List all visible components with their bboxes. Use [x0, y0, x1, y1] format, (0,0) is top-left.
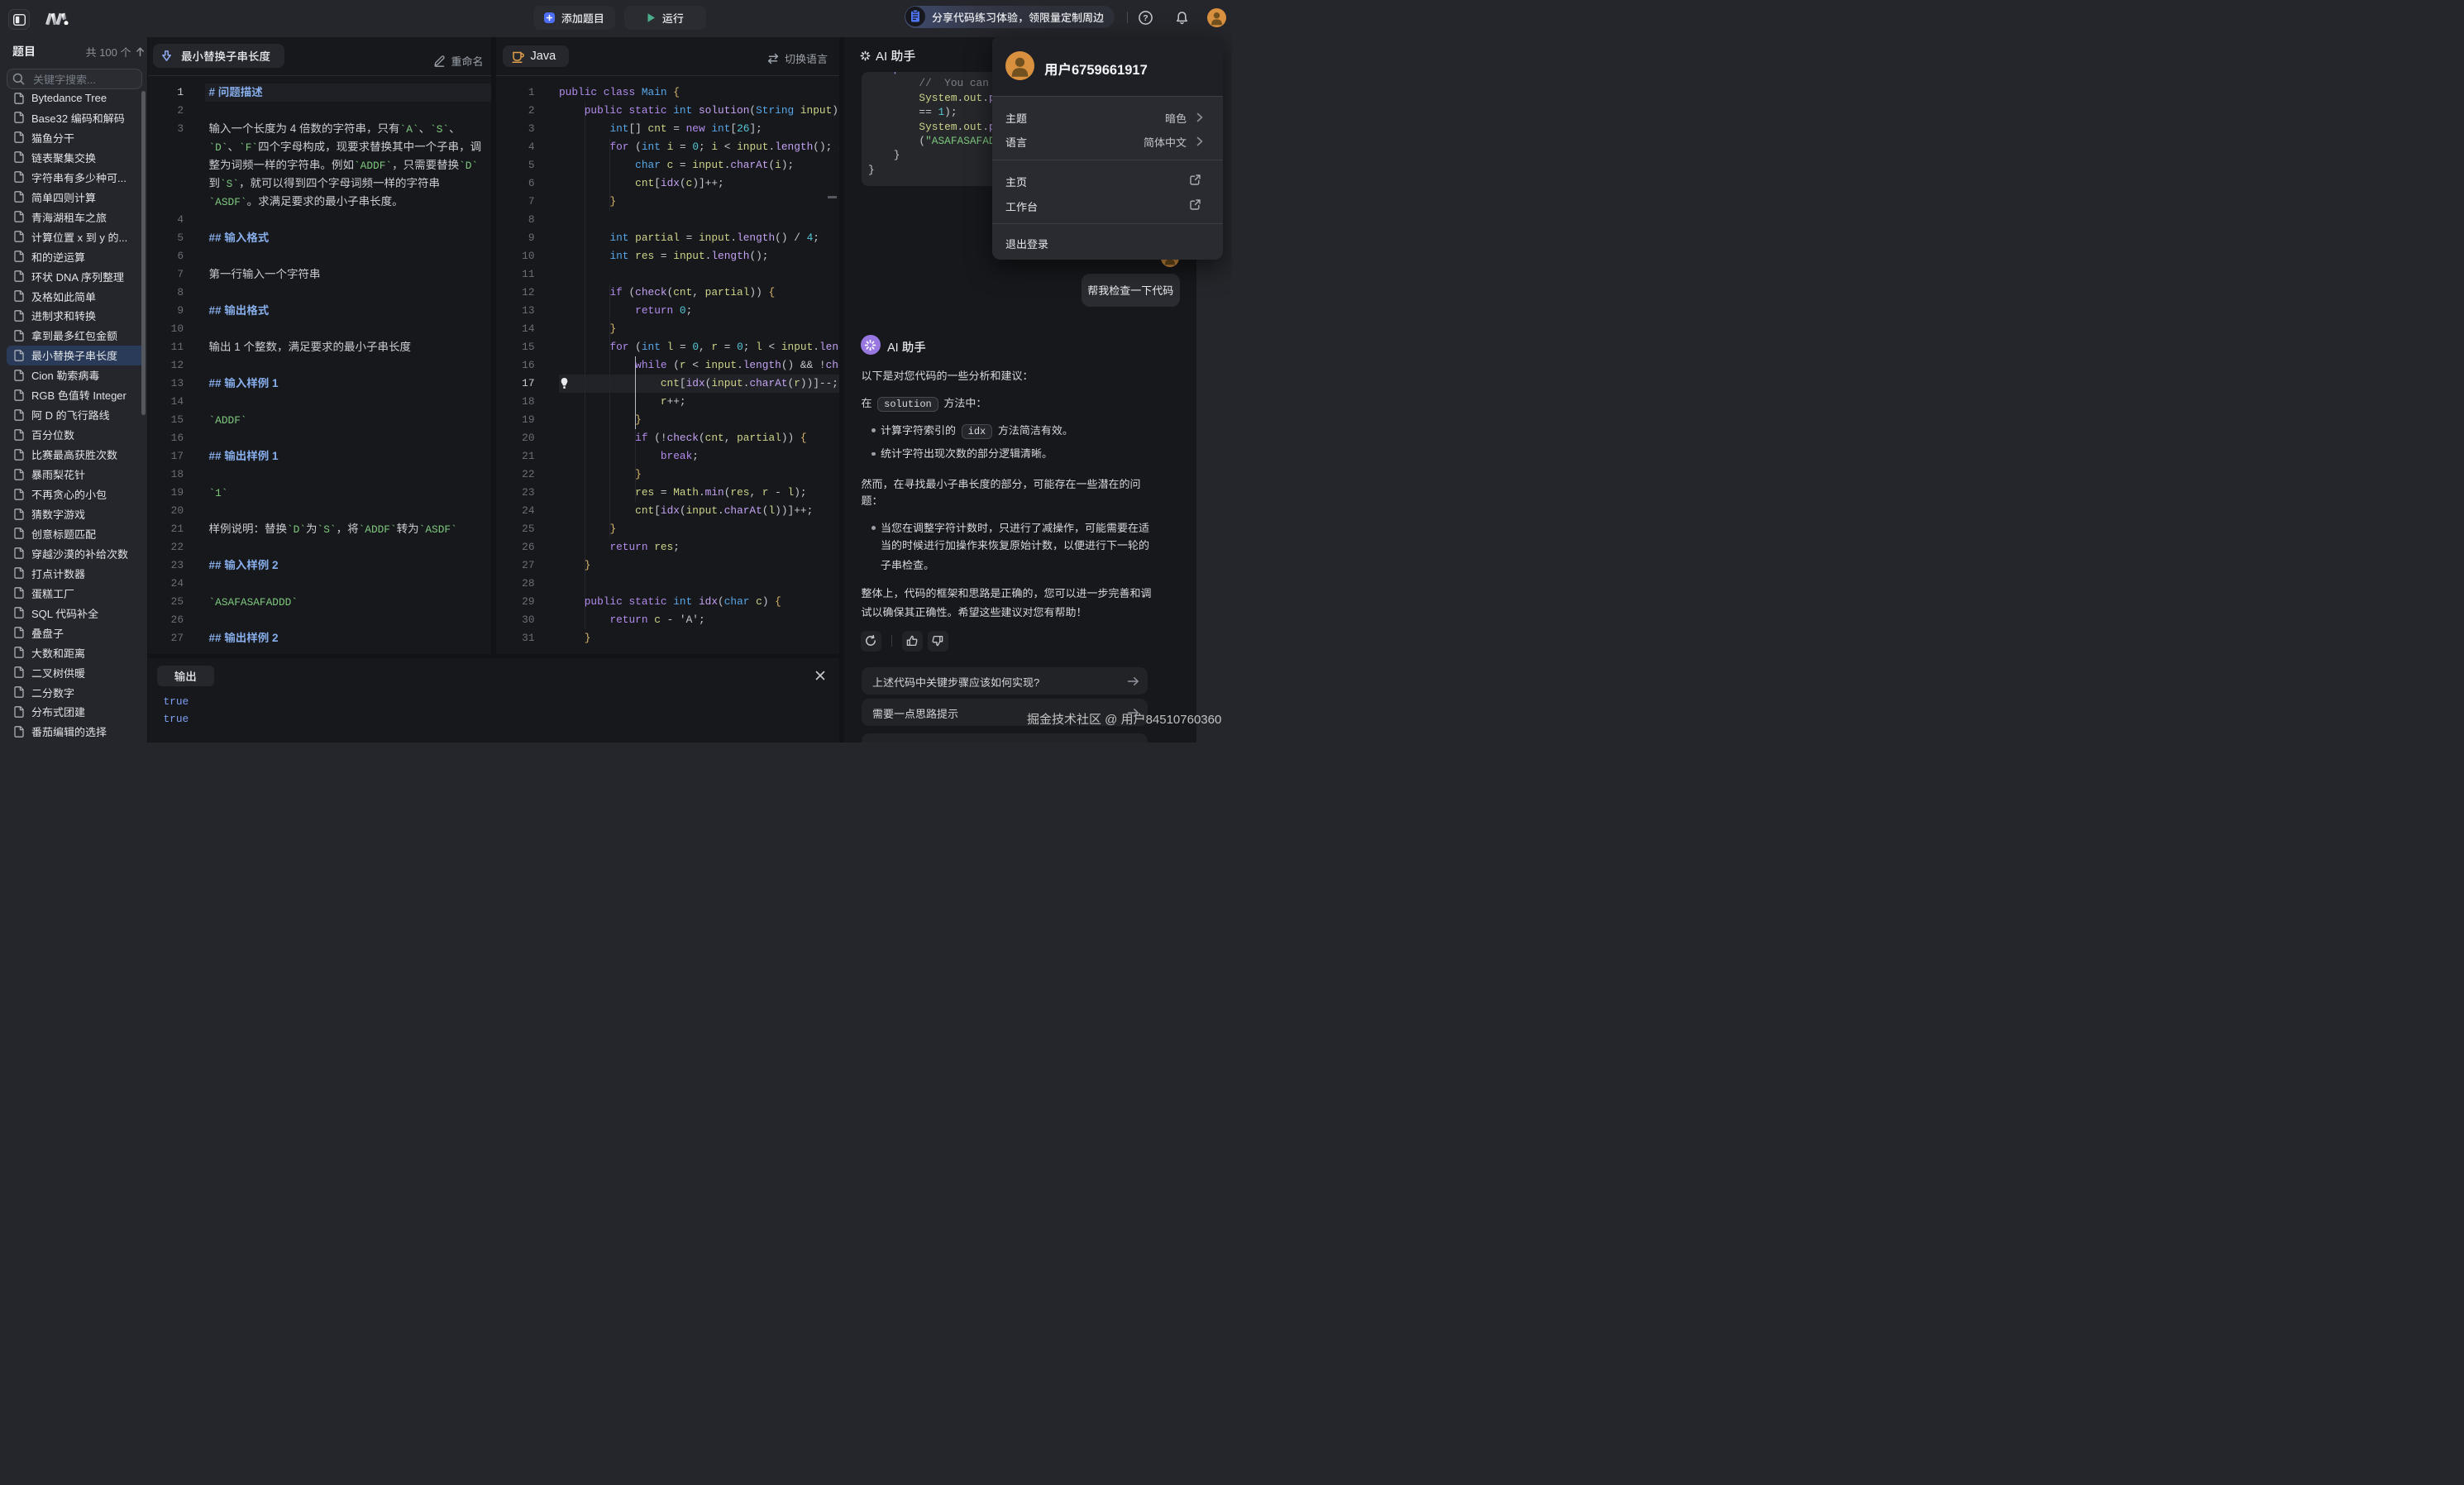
- svg-text:?: ?: [1143, 13, 1148, 23]
